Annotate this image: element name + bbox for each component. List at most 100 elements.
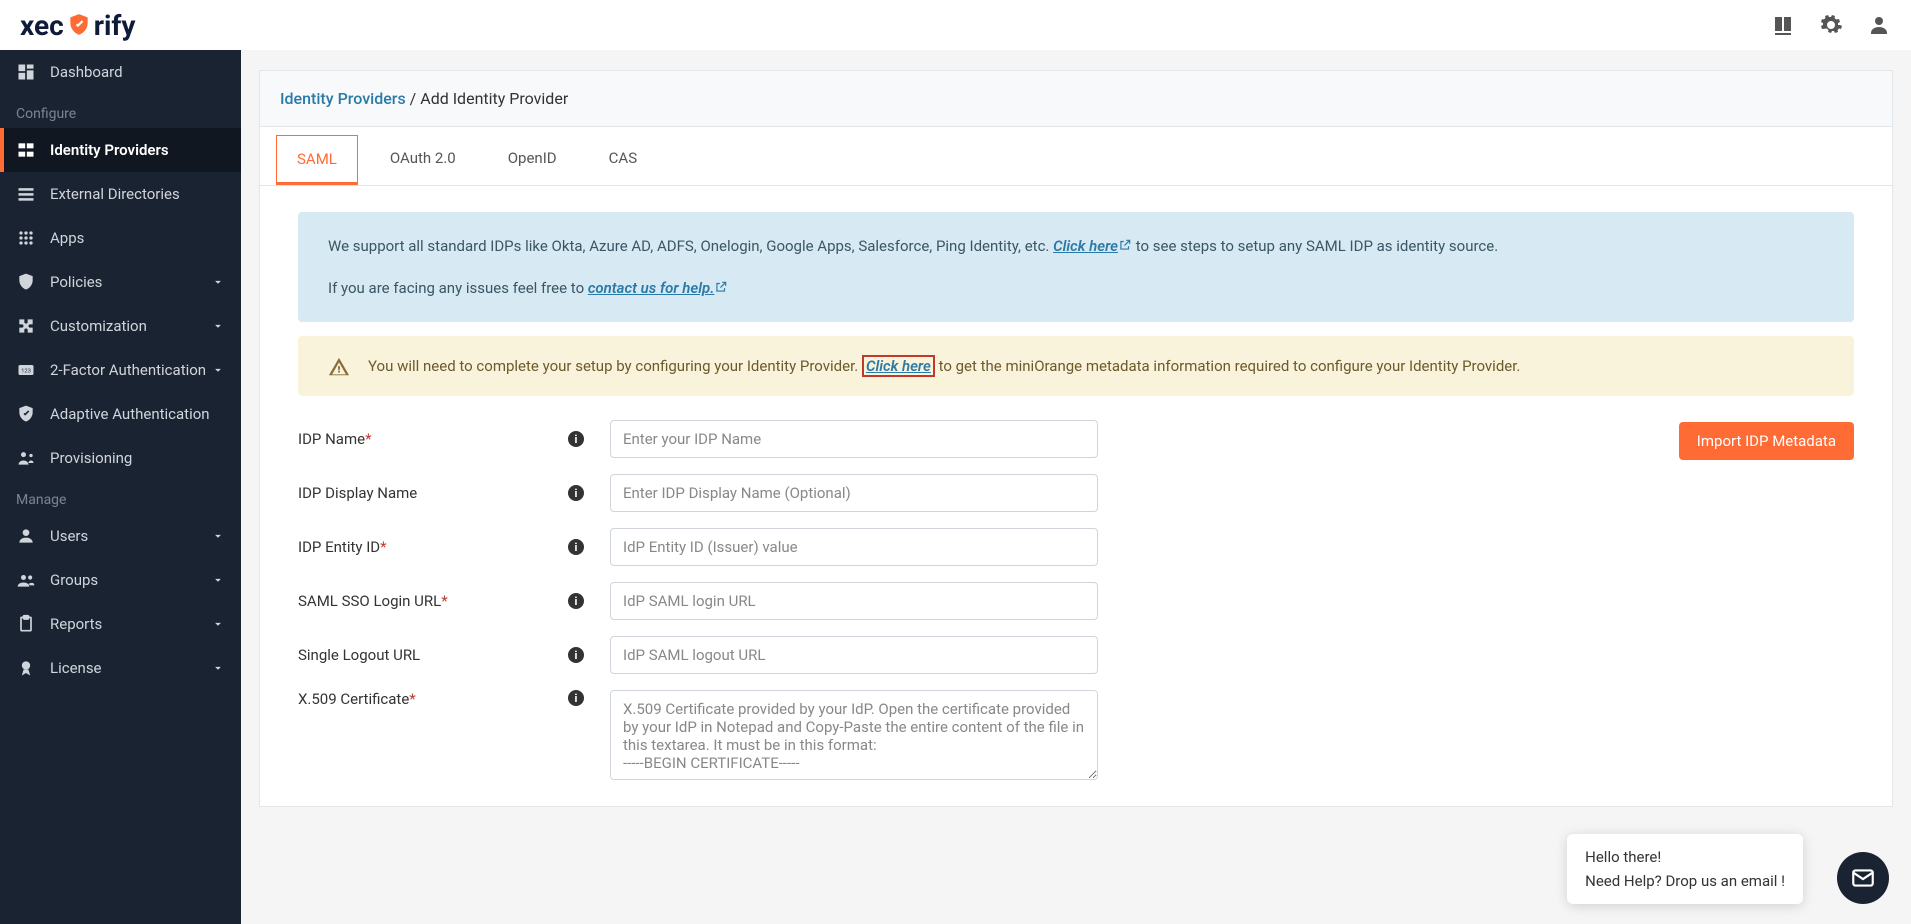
sidebar-item-users[interactable]: Users: [0, 514, 241, 558]
idp-icon: [16, 140, 36, 160]
logo-post: rify: [94, 9, 136, 42]
tabs: SAMLOAuth 2.0OpenIDCAS: [260, 127, 1892, 186]
content-card: SAMLOAuth 2.0OpenIDCAS We support all st…: [259, 127, 1893, 807]
form-row: IDP Name*i: [298, 420, 1854, 458]
sidebar-item-label: License: [50, 659, 102, 677]
external-link-icon: [1118, 235, 1132, 249]
sidebar-item-label: Dashboard: [50, 63, 123, 81]
info-icon[interactable]: i: [568, 431, 584, 447]
sidebar-item-label: Apps: [50, 229, 84, 247]
form-label: IDP Name*: [298, 430, 568, 448]
user-icon: [16, 526, 36, 546]
sidebar-item-groups[interactable]: Groups: [0, 558, 241, 602]
x-509-certificate-textarea[interactable]: [610, 690, 1098, 780]
click-here-link[interactable]: Click here: [1053, 237, 1132, 255]
sidebar-item-2-factor-authentication[interactable]: 123 2-Factor Authentication: [0, 348, 241, 392]
person-icon[interactable]: [1867, 13, 1891, 37]
idp-display-name-input[interactable]: [610, 474, 1098, 512]
info-icon[interactable]: i: [568, 539, 584, 555]
warning-icon: [328, 356, 350, 378]
info-icon[interactable]: i: [568, 690, 584, 706]
form-row: X.509 Certificate*i: [298, 690, 1854, 780]
sidebar-item-label: 2-Factor Authentication: [50, 361, 206, 379]
idp-entity-id-input[interactable]: [610, 528, 1098, 566]
sidebar-item-adaptive-authentication[interactable]: Adaptive Authentication: [0, 392, 241, 436]
logo-shield-icon: [66, 12, 92, 38]
sidebar-item-label: Reports: [50, 615, 102, 633]
sidebar-item-customization[interactable]: Customization: [0, 304, 241, 348]
shield-icon: [16, 272, 36, 292]
idp-name-input[interactable]: [610, 420, 1098, 458]
breadcrumb: Identity Providers / Add Identity Provid…: [259, 70, 1893, 127]
contact-help-link[interactable]: contact us for help.: [588, 279, 729, 297]
chevron-down-icon: [211, 275, 225, 289]
warning-alert: You will need to complete your setup by …: [298, 336, 1854, 396]
info-text: We support all standard IDPs like Okta, …: [328, 237, 1053, 255]
form-row: IDP Entity ID*i: [298, 528, 1854, 566]
dashboard-icon: [16, 62, 36, 82]
form-row: SAML SSO Login URL*i: [298, 582, 1854, 620]
warn-text: to get the miniOrange metadata informati…: [939, 357, 1521, 375]
sidebar-item-label: Identity Providers: [50, 141, 169, 159]
gear-icon[interactable]: [1819, 13, 1843, 37]
form-label: Single Logout URL: [298, 646, 568, 664]
external-link-icon: [714, 277, 728, 291]
breadcrumb-sep: /: [406, 89, 421, 108]
sidebar-item-external-directories[interactable]: External Directories: [0, 172, 241, 216]
chat-line2: Need Help? Drop us an email !: [1585, 872, 1785, 890]
form-row: IDP Display Namei: [298, 474, 1854, 512]
breadcrumb-current: Add Identity Provider: [420, 89, 568, 108]
import-metadata-button[interactable]: Import IDP Metadata: [1679, 422, 1854, 460]
breadcrumb-link[interactable]: Identity Providers: [280, 89, 406, 108]
sidebar-section: Manage: [0, 480, 241, 514]
info-icon[interactable]: i: [568, 593, 584, 609]
tab-openid[interactable]: OpenID: [488, 135, 577, 185]
single-logout-url-input[interactable]: [610, 636, 1098, 674]
form-row: Single Logout URLi: [298, 636, 1854, 674]
chevron-down-icon: [211, 617, 225, 631]
topbar: xec rify: [0, 0, 1911, 50]
group-icon: [16, 570, 36, 590]
main-content: Identity Providers / Add Identity Provid…: [241, 50, 1911, 924]
svg-text:123: 123: [21, 369, 31, 375]
info-text: If you are facing any issues feel free t…: [328, 279, 588, 297]
tab-oauth-2-0[interactable]: OAuth 2.0: [370, 135, 476, 185]
topbar-actions: [1771, 13, 1891, 37]
chat-line1: Hello there!: [1585, 848, 1785, 866]
chevron-down-icon: [211, 319, 225, 333]
apps-icon: [16, 228, 36, 248]
badge-icon: [16, 658, 36, 678]
form-label: IDP Entity ID*: [298, 538, 568, 556]
sidebar-item-label: Adaptive Authentication: [50, 405, 210, 423]
tab-saml[interactable]: SAML: [276, 135, 358, 185]
info-text: to see steps to setup any SAML IDP as id…: [1136, 237, 1498, 255]
sidebar-item-dashboard[interactable]: Dashboard: [0, 50, 241, 94]
chevron-down-icon: [211, 363, 225, 377]
sidebar-item-license[interactable]: License: [0, 646, 241, 690]
info-icon[interactable]: i: [568, 647, 584, 663]
clipboard-icon: [16, 614, 36, 634]
info-icon[interactable]: i: [568, 485, 584, 501]
logo-pre: xec: [20, 9, 64, 42]
sidebar-item-label: Customization: [50, 317, 147, 335]
sidebar-item-label: External Directories: [50, 185, 180, 203]
form-label: IDP Display Name: [298, 484, 568, 502]
warn-text: You will need to complete your setup by …: [368, 357, 862, 375]
list-icon: [16, 184, 36, 204]
sidebar-item-reports[interactable]: Reports: [0, 602, 241, 646]
tab-cas[interactable]: CAS: [589, 135, 657, 185]
form-label: X.509 Certificate*: [298, 690, 568, 708]
2fa-icon: 123: [16, 360, 36, 380]
metadata-click-here-link[interactable]: Click here: [862, 355, 935, 377]
book-icon[interactable]: [1771, 13, 1795, 37]
sidebar-item-identity-providers[interactable]: Identity Providers: [0, 128, 241, 172]
form-area: Import IDP Metadata IDP Name*iIDP Displa…: [260, 410, 1892, 806]
sidebar-item-provisioning[interactable]: Provisioning: [0, 436, 241, 480]
logo[interactable]: xec rify: [20, 9, 135, 42]
chevron-down-icon: [211, 573, 225, 587]
chat-button[interactable]: [1837, 852, 1889, 904]
sidebar-item-policies[interactable]: Policies: [0, 260, 241, 304]
sidebar-item-apps[interactable]: Apps: [0, 216, 241, 260]
saml-sso-login-url-input[interactable]: [610, 582, 1098, 620]
mail-icon: [1850, 865, 1876, 891]
